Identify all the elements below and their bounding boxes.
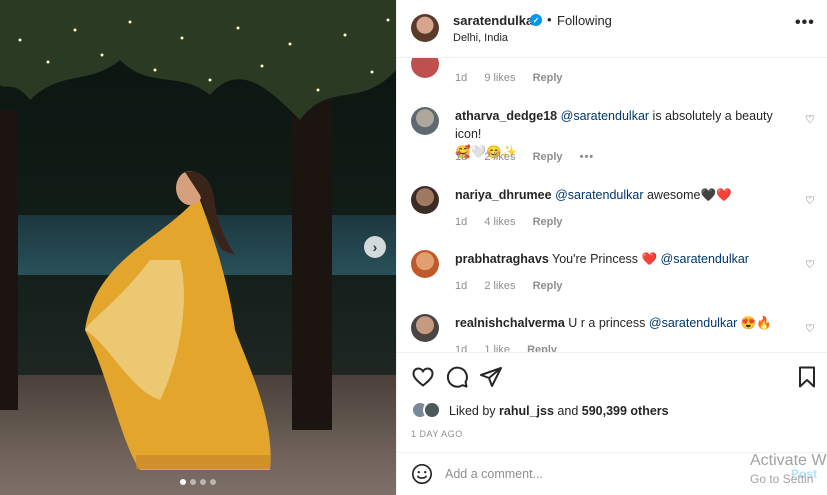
comment-time: 1d <box>455 216 468 228</box>
comment-meta: 1d 1 like Reply <box>455 344 571 352</box>
heart-icon[interactable] <box>411 365 435 389</box>
comment-avatar[interactable] <box>411 250 439 278</box>
comment-options-icon[interactable]: ••• <box>580 151 595 163</box>
comment-time: 1d <box>455 280 468 292</box>
comment-text: prabhatraghavs You're Princess ❤️ @sarat… <box>455 252 749 266</box>
comment-reply-button[interactable]: Reply <box>533 151 563 163</box>
comment-reply-button[interactable]: Reply <box>533 72 563 84</box>
comment-likes[interactable]: 9 likes <box>484 72 515 84</box>
comment-likes[interactable]: 2 likes <box>484 151 515 163</box>
comment-reply-button[interactable]: Reply <box>533 216 563 228</box>
bookmark-icon[interactable] <box>795 365 819 389</box>
dancer-figure <box>85 171 271 470</box>
liked-by-user[interactable]: rahul_jss <box>499 404 554 418</box>
comment-meta: 1d 9 likes Reply <box>455 72 577 84</box>
comment-mention[interactable]: @saratendulkar <box>555 188 643 202</box>
carousel-next-button[interactable]: › <box>364 236 386 258</box>
post-header: sarat​endulkar ✓ • Following Delhi, Indi… <box>397 0 827 58</box>
comment-mention[interactable]: @saratendulkar <box>561 109 649 123</box>
carousel-dot <box>210 479 216 485</box>
comment-composer: Post <box>397 452 827 495</box>
comment-meta: 1d 2 likes Reply ••• <box>455 151 608 163</box>
emoji-icon[interactable] <box>411 463 433 485</box>
carousel-dots <box>0 479 396 485</box>
comment-mention[interactable]: @saratendulkar <box>661 252 749 266</box>
like-comment-icon[interactable]: ♡ <box>805 322 815 335</box>
comment-username[interactable]: realnishchalverma <box>455 316 565 330</box>
comment-time: 1d <box>455 72 468 84</box>
comment-username[interactable]: prabhatraghavs <box>455 252 549 266</box>
post-actions: Liked by rahul_jss and 590,399 others 1 … <box>397 352 827 447</box>
verified-badge-icon: ✓ <box>530 14 542 26</box>
share-icon[interactable] <box>479 365 503 389</box>
comment-username[interactable]: atharva_dedge18 <box>455 109 557 123</box>
post-comment-button[interactable]: Post <box>791 467 817 481</box>
comment-time: 1d <box>455 151 468 163</box>
like-comment-icon[interactable]: ♡ <box>805 258 815 271</box>
carousel-dot <box>190 479 196 485</box>
like-comment-icon[interactable]: ♡ <box>805 194 815 207</box>
comment-avatar[interactable] <box>411 107 439 135</box>
liked-by-avatars <box>411 401 443 419</box>
comment-likes[interactable]: 2 likes <box>484 280 515 292</box>
following-button[interactable]: Following <box>557 13 612 28</box>
comment-reply-button[interactable]: Reply <box>527 344 557 352</box>
comment-likes[interactable]: 4 likes <box>484 216 515 228</box>
comment-input[interactable] <box>445 464 735 484</box>
post-photo[interactable]: › <box>0 0 396 495</box>
comments-list[interactable]: 1d 9 likes Reply ♡ atharva_dedge18 @sara… <box>397 58 827 352</box>
more-options-icon[interactable]: ••• <box>795 14 815 32</box>
post-location[interactable]: Delhi, India <box>453 32 508 44</box>
comment-likes[interactable]: 1 like <box>484 344 510 352</box>
comment-time: 1d <box>455 344 468 352</box>
comment-avatar[interactable] <box>411 186 439 214</box>
comment-avatar[interactable] <box>411 58 439 78</box>
separator-dot: • <box>547 12 552 27</box>
author-avatar[interactable] <box>411 14 439 42</box>
post-side-panel: sarat​endulkar ✓ • Following Delhi, Indi… <box>396 0 827 495</box>
comment-text: nariya_dhrumee @saratendulkar awesome🖤❤️ <box>455 188 732 202</box>
like-comment-icon[interactable]: ♡ <box>805 113 815 126</box>
comment-meta: 1d 4 likes Reply <box>455 216 577 228</box>
carousel-dot <box>200 479 206 485</box>
post-date[interactable]: 1 DAY AGO <box>411 429 463 439</box>
likes-count[interactable]: 590,399 others <box>582 404 669 418</box>
comment-avatar[interactable] <box>411 314 439 342</box>
comment-username[interactable]: nariya_dhrumee <box>455 188 552 202</box>
comment-text: realnishchalverma U r a princess @sarate… <box>455 316 772 330</box>
comment-icon[interactable] <box>445 365 469 389</box>
author-username[interactable]: sarat​endulkar <box>453 13 538 28</box>
likes-summary: Liked by rahul_jss and 590,399 others <box>449 404 669 418</box>
avatar[interactable] <box>423 401 441 419</box>
comment-mention[interactable]: @saratendulkar <box>649 316 737 330</box>
carousel-dot <box>180 479 186 485</box>
comment-reply-button[interactable]: Reply <box>533 280 563 292</box>
comment-meta: 1d 2 likes Reply <box>455 280 577 292</box>
